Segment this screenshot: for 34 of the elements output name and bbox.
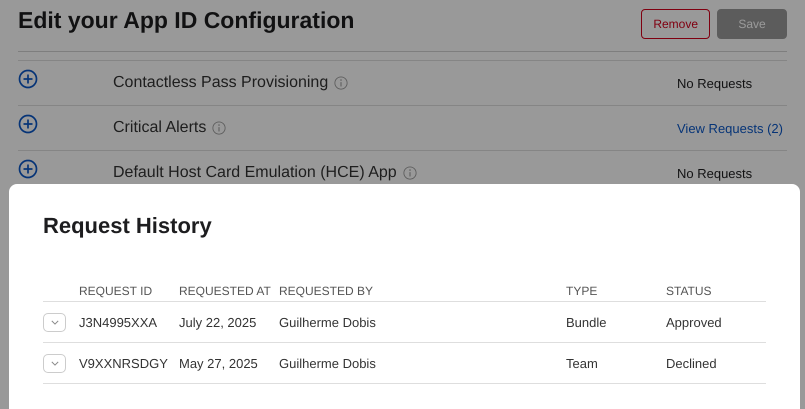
table-cell-text: Approved [666,314,723,330]
capability-name: Contactless Pass Provisioning [113,74,328,92]
capability-name: Default Host Card Emulation (HCE) App [113,164,397,182]
table-cell-text: July 22, 2025 [179,314,258,330]
table-cell-text: May 27, 2025 [179,356,259,370]
table-cell-text: V9XXNRSDGY [79,356,169,370]
modal-title: Request History [43,213,213,239]
remove-button[interactable]: Remove [641,9,710,39]
chevron-icon [50,320,58,324]
chevron-icon [50,360,58,366]
table-cell-text: Bundle [566,314,608,330]
table-cell-text: Guilherme Dobis [279,356,377,370]
column-header: STATUS [666,284,713,298]
column-header: REQUEST ID [79,284,154,298]
column-header: TYPE [566,284,598,298]
page-title: Edit your App ID Configuration [18,7,354,34]
add-icon[interactable] [18,114,38,134]
expand-button[interactable] [43,354,66,372]
requests-status: No Requests [677,166,754,180]
add-icon[interactable] [18,159,38,179]
table-cell-text: Guilherme Dobis [279,314,377,330]
table-cell-text: Declined [666,356,718,370]
expand-button[interactable] [43,312,66,332]
column-header: REQUESTED AT [179,284,272,298]
info-icon[interactable] [334,76,348,90]
table-cell-text: J3N4995XXA [79,314,158,330]
requests-status: No Requests [677,76,754,90]
capability-name: Critical Alerts [113,119,206,137]
column-header: REQUESTED BY [279,284,374,298]
view-requests-link[interactable]: View Requests (2) [677,120,787,136]
table-cell-text: Team [566,356,599,370]
info-icon[interactable] [402,166,417,180]
info-icon[interactable] [212,121,226,135]
add-icon[interactable] [18,69,38,89]
